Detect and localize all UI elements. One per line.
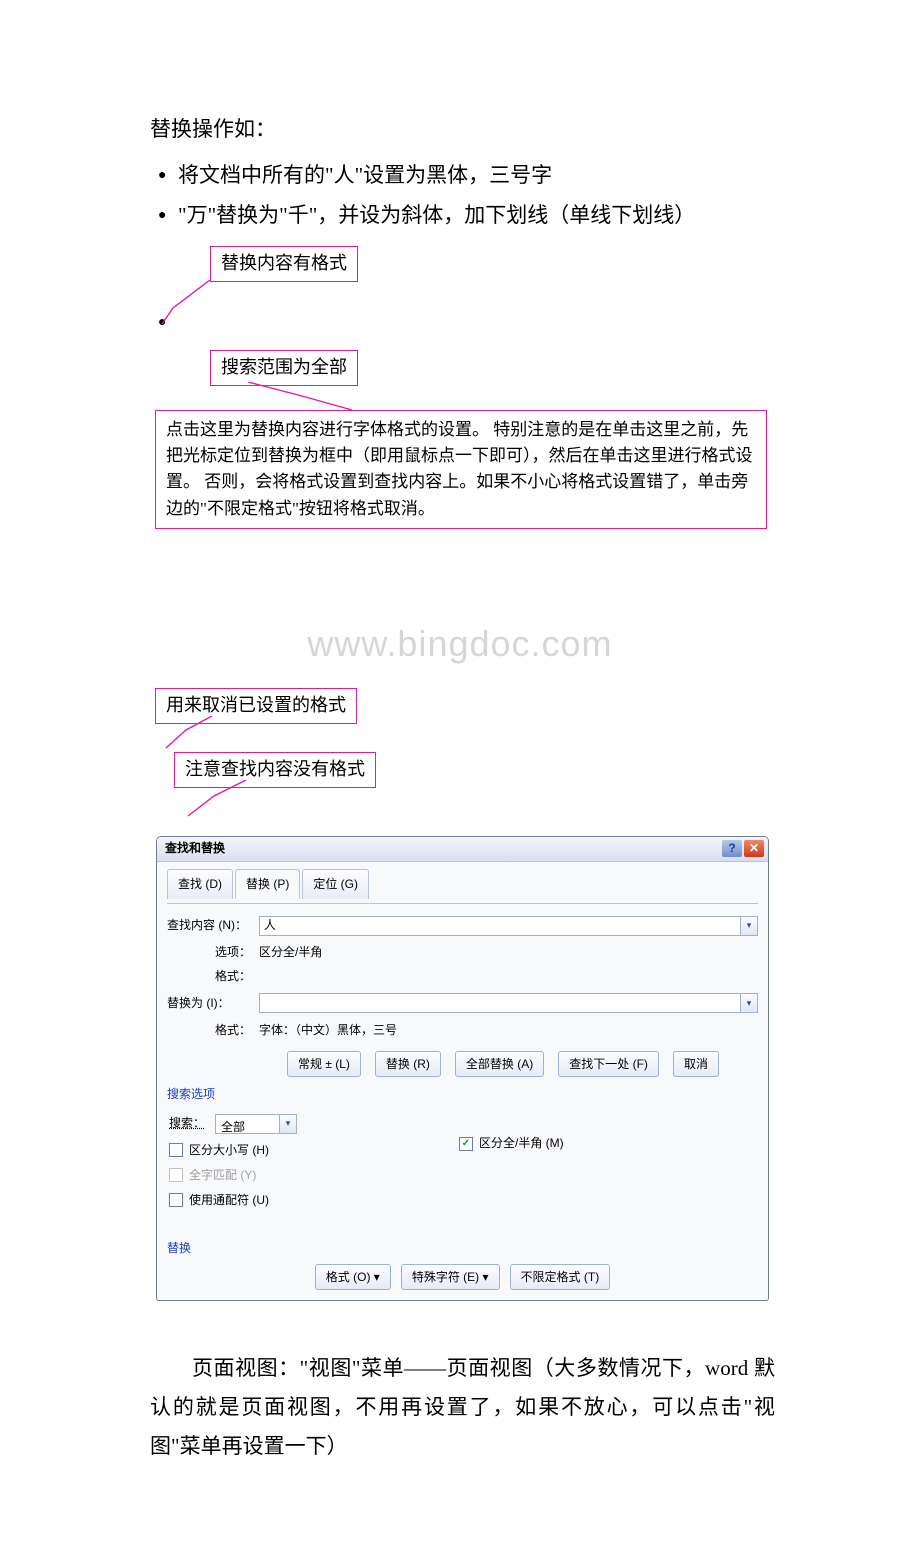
tab-goto[interactable]: 定位 (G) <box>302 869 369 900</box>
dialog-title: 查找和替换 <box>165 837 720 860</box>
replace-value <box>260 994 740 1012</box>
special-char-button[interactable]: 特殊字符 (E) ▾ <box>401 1264 500 1290</box>
format-value-replace: 字体：（中文）黑体，三号 <box>259 1019 397 1042</box>
tab-replace[interactable]: 替换 (P) <box>235 869 300 900</box>
format-key-find: 格式： <box>207 965 251 988</box>
callout-format-instructions: 点击这里为替换内容进行字体格式的设置。 特别注意的是在单击这里之前，先把光标定位… <box>155 410 767 529</box>
bullet-text-1: 将文档中所有的"人"设置为黑体，三号字 <box>178 163 552 187</box>
bullet-item-2: ● "万"替换为"千"，并设为斜体，加下划线（单线下划线） <box>150 196 775 236</box>
search-options-header: 搜索选项 <box>167 1083 758 1106</box>
bullet-item-1: ● 将文档中所有的"人"设置为黑体，三号字 <box>150 156 775 196</box>
find-value: 人 <box>260 917 740 935</box>
options-value: 区分全/半角 <box>259 941 322 964</box>
options-key: 选项： <box>207 941 251 964</box>
chevron-down-icon[interactable]: ▾ <box>740 994 757 1012</box>
find-next-button[interactable]: 查找下一处 (F) <box>558 1051 659 1077</box>
replace-all-button[interactable]: 全部替换 (A) <box>455 1051 544 1077</box>
trailing-paragraph: 页面视图："视图"菜单——页面视图（大多数情况下，word 默认的就是页面视图，… <box>150 1349 775 1466</box>
checkbox-wholeword: 全字匹配 (Y) <box>169 1164 455 1187</box>
bullet-dot: ● <box>158 156 166 196</box>
replace-input[interactable]: ▾ <box>259 993 758 1013</box>
callout-search-scope: 搜索范围为全部 <box>210 350 358 386</box>
callout-find-no-format: 注意查找内容没有格式 <box>174 752 376 788</box>
close-button[interactable]: ✕ <box>744 840 764 857</box>
replace-button[interactable]: 替换 (R) <box>375 1051 441 1077</box>
checkbox-case[interactable]: 区分大小写 (H) <box>169 1139 455 1162</box>
search-label: 搜索： <box>169 1112 209 1135</box>
bullet-dot: ● <box>158 196 166 236</box>
find-label: 查找内容 (N)： <box>167 914 251 937</box>
bullet-list: ● 将文档中所有的"人"设置为黑体，三号字 ● "万"替换为"千"，并设为斜体，… <box>150 156 775 236</box>
find-replace-dialog: 查找和替换 ? ✕ 查找 (D) 替换 (P) 定位 (G) 查找内容 (N)：… <box>156 836 769 1302</box>
search-scope-select[interactable]: 全部 ▾ <box>215 1114 297 1134</box>
callout-cancel-format: 用来取消已设置的格式 <box>155 688 357 724</box>
search-scope-value: 全部 <box>216 1115 279 1133</box>
callout-replace-format: 替换内容有格式 <box>210 246 358 282</box>
find-input[interactable]: 人 ▾ <box>259 916 758 936</box>
bullet-item-empty: ● <box>150 316 775 344</box>
bullet-text-2: "万"替换为"千"，并设为斜体，加下划线（单线下划线） <box>178 203 695 227</box>
format-button[interactable]: 格式 (O) ▾ <box>315 1264 391 1290</box>
cancel-button[interactable]: 取消 <box>673 1051 719 1077</box>
replace-label: 替换为 (I)： <box>167 992 251 1015</box>
heading-text: 替换操作如： <box>150 110 775 150</box>
chevron-down-icon[interactable]: ▾ <box>279 1115 296 1133</box>
no-format-button[interactable]: 不限定格式 (T) <box>510 1264 611 1290</box>
checkbox-wildcard[interactable]: 使用通配符 (U) <box>169 1189 455 1212</box>
chevron-down-icon[interactable]: ▾ <box>740 917 757 935</box>
replace-section-header: 替换 <box>167 1237 758 1260</box>
check-icon: ✓ <box>459 1137 473 1151</box>
bullet-dot: ● <box>158 310 166 337</box>
dialog-titlebar[interactable]: 查找和替换 ? ✕ <box>157 837 768 862</box>
normal-button[interactable]: 常规 ± (L) <box>287 1051 361 1077</box>
help-button[interactable]: ? <box>722 840 742 857</box>
format-key-replace: 格式： <box>207 1019 251 1042</box>
checkbox-fullhalf[interactable]: ✓区分全/半角 (M) <box>459 1132 756 1155</box>
dialog-tabs: 查找 (D) 替换 (P) 定位 (G) <box>167 868 758 899</box>
tab-find[interactable]: 查找 (D) <box>167 869 233 900</box>
